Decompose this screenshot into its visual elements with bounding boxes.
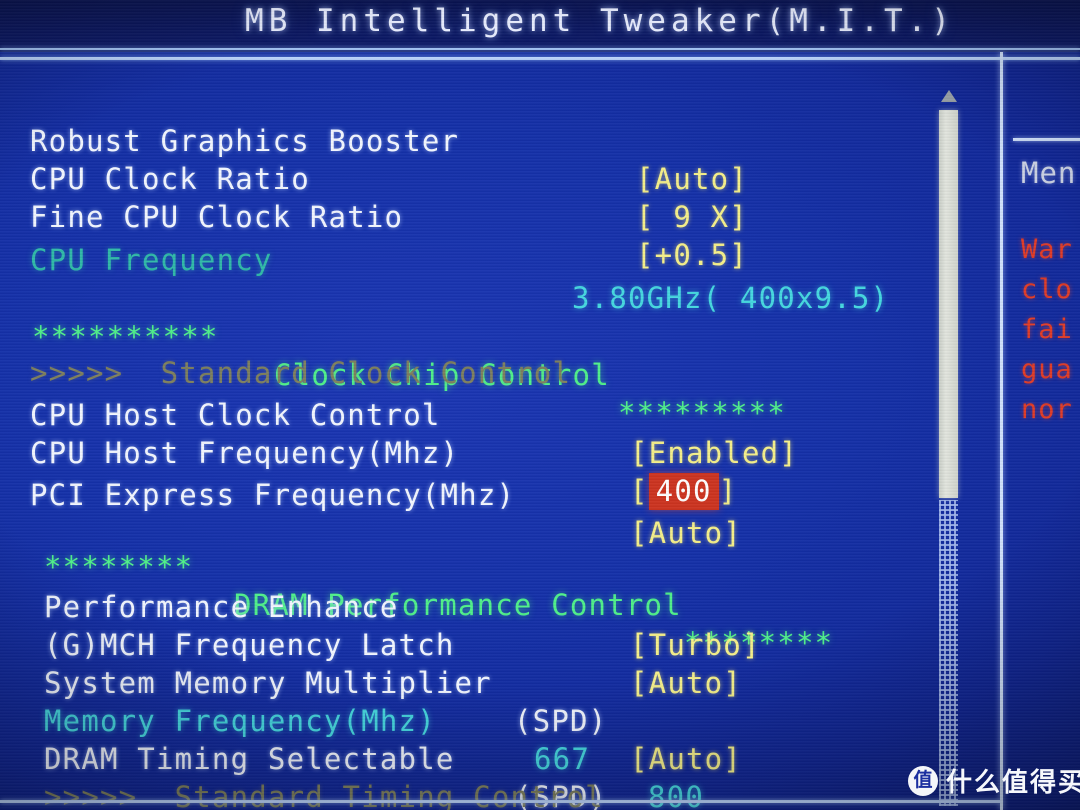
- setting-value-group[interactable]: [400]: [630, 472, 737, 510]
- page-title: MB Intelligent Tweaker(M.I.T.): [245, 3, 955, 39]
- setting-row-cpu-host-clock-control[interactable]: CPU Host Clock Control [Enabled]: [0, 358, 1003, 470]
- setting-row-system-memory-multiplier[interactable]: System Memory Multiplier (SPD) [Auto]: [0, 626, 1003, 776]
- warning-line: gua: [1021, 354, 1073, 385]
- bracket-close: ]: [718, 474, 738, 508]
- header-divider-top: [0, 48, 1080, 50]
- setting-row-performance-enhance[interactable]: Performance Enhance [Turbo]: [0, 550, 1003, 662]
- bios-screen: MB Intelligent Tweaker(M.I.T.) Robust Gr…: [0, 0, 1080, 810]
- footer-divider: [0, 800, 1000, 803]
- setting-row-gmch-frequency-latch[interactable]: (G)MCH Frequency Latch [Auto]: [0, 588, 1003, 700]
- watermark-text: 什么值得买: [946, 768, 1080, 798]
- setting-row-cpu-frequency: CPU Frequency 3.80GHz( 400x9.5): [0, 203, 1003, 315]
- section-header-dram-performance-control: ******** DRAM Performance Control ******…: [0, 510, 1003, 660]
- bracket-open: [: [630, 474, 649, 508]
- watermark: 值 什么值得买: [908, 762, 1080, 799]
- scrollbar[interactable]: [938, 66, 960, 806]
- setting-row-pci-express-frequency[interactable]: PCI Express Frequency(Mhz) [Auto]: [0, 438, 1003, 550]
- setting-row-memory-frequency: Memory Frequency(Mhz) 667 800: [0, 664, 1003, 810]
- setting-row-cpu-host-frequency[interactable]: CPU Host Frequency(Mhz) [400]: [0, 396, 1003, 510]
- section-header-clock-chip-control: ********** Clock Chip Control *********: [0, 280, 1003, 430]
- setting-label: CPU Frequency: [30, 243, 273, 277]
- help-pane: Men War clo fai gua nor: [1003, 52, 1080, 810]
- setting-row-robust-graphics-booster[interactable]: Robust Graphics Booster [Auto]: [0, 84, 1003, 196]
- settings-pane: Robust Graphics Booster [Auto] CPU Clock…: [0, 62, 1003, 810]
- setting-row-cpu-clock-ratio[interactable]: CPU Clock Ratio [ 9 X]: [0, 122, 1003, 234]
- scroll-up-arrow-icon[interactable]: [941, 90, 957, 102]
- selected-value-highlight[interactable]: 400: [648, 473, 719, 510]
- help-pane-divider: [1013, 138, 1080, 141]
- scrollbar-thumb[interactable]: [939, 110, 958, 498]
- setting-row-cas-latency-time: x CAS Latency Time 5 Auto: [0, 774, 1003, 810]
- warning-line: fai: [1021, 314, 1073, 345]
- warning-line: nor: [1021, 394, 1073, 425]
- warning-line: War: [1021, 234, 1073, 265]
- menu-level-label: Men: [1021, 156, 1077, 190]
- watermark-logo-icon: 值: [908, 765, 938, 796]
- scrollbar-track[interactable]: [939, 500, 958, 806]
- submenu-standard-timing-control[interactable]: >>>>> Standard Timing Control: [0, 740, 1003, 810]
- setting-row-fine-cpu-clock-ratio[interactable]: Fine CPU Clock Ratio [+0.5]: [0, 160, 1003, 272]
- setting-label: PCI Express Frequency(Mhz): [30, 478, 516, 512]
- header-divider-bottom: [0, 57, 1080, 60]
- submenu-standard-clock-control[interactable]: >>>>> Standard Clock Control: [0, 316, 1003, 390]
- warning-line: clo: [1021, 274, 1073, 305]
- title-bar: MB Intelligent Tweaker(M.I.T.): [0, 0, 1080, 46]
- setting-row-dram-timing-selectable[interactable]: DRAM Timing Selectable (SPD) [Auto]: [0, 702, 1003, 810]
- setting-value[interactable]: [+0.5]: [636, 236, 748, 274]
